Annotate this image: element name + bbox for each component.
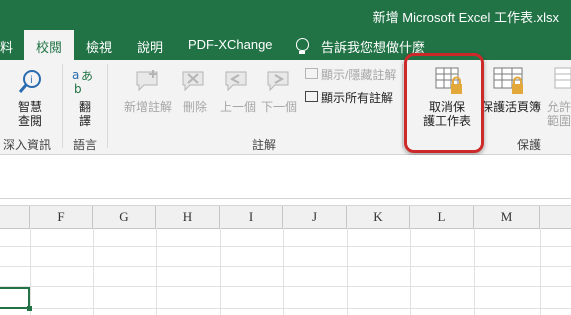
column-header-l[interactable]: L — [410, 206, 474, 228]
translate-button[interactable]: 翻 譯 — [74, 100, 96, 128]
group-separator — [107, 64, 108, 148]
column-header-h[interactable]: H — [156, 206, 220, 228]
cell-grid[interactable] — [0, 228, 571, 315]
svg-text:i: i — [30, 75, 33, 86]
tab-view[interactable]: 檢視 — [86, 37, 112, 56]
smart-lookup-icon: i — [18, 70, 41, 93]
svg-text:b: b — [74, 82, 82, 96]
column-header-m[interactable]: M — [474, 206, 540, 228]
column-headers: F G H I J K L M — [0, 205, 571, 229]
new-comment-button[interactable]: 新增註解 — [120, 100, 176, 114]
next-comment-button[interactable]: 下一個 — [259, 100, 299, 114]
title-bar: 新增 Microsoft Excel 工作表.xlsx — [0, 0, 571, 30]
previous-comment-button[interactable]: 上一個 — [218, 100, 258, 114]
ribbon-tabs: 料 校閱 檢視 說明 PDF-XChange 告訴我您想做什麼 — [0, 30, 571, 60]
translate-icon: a あ b — [72, 68, 93, 96]
show-all-comments-button[interactable]: 顯示所有註解 — [305, 89, 393, 106]
group-separator — [62, 64, 63, 148]
allow-edit-ranges-button[interactable]: 允許 範圍 — [547, 100, 571, 128]
column-header-i[interactable]: I — [220, 206, 283, 228]
tab-help[interactable]: 說明 — [137, 37, 163, 56]
next-comment-icon — [267, 71, 289, 92]
column-header-g[interactable]: G — [93, 206, 156, 228]
column-header-partial[interactable] — [0, 206, 30, 228]
protect-workbook-button[interactable]: 保護活頁簿 — [480, 100, 542, 114]
show-hide-comment-icon — [305, 68, 318, 79]
show-all-comments-label: 顯示所有註解 — [321, 91, 394, 105]
highlight-box — [404, 53, 484, 153]
protect-workbook-icon — [493, 67, 523, 94]
group-separator — [402, 64, 403, 148]
group-label-protect: 保護 — [517, 138, 542, 152]
smart-lookup-button[interactable]: 智慧 查閱 — [10, 100, 50, 128]
tab-data[interactable]: 料 — [0, 37, 13, 56]
delete-comment-icon — [182, 71, 204, 92]
show-all-comments-icon — [305, 91, 318, 102]
window-title: 新增 Microsoft Excel 工作表.xlsx — [372, 10, 559, 25]
column-header-f[interactable]: F — [30, 206, 93, 228]
formula-bar-area[interactable] — [0, 155, 571, 199]
previous-comment-icon — [225, 71, 247, 92]
column-header-j[interactable]: J — [283, 206, 347, 228]
group-label-insights: 深入資訊 — [3, 138, 52, 152]
lightbulb-icon — [296, 38, 309, 54]
selected-cell[interactable] — [0, 287, 32, 311]
ribbon: i 智慧 查閱 深入資訊 a あ b 翻 譯 語言 新增註解 刪除 上一個 下一… — [0, 60, 571, 155]
tab-pdf-xchange[interactable]: PDF-XChange — [188, 37, 273, 52]
delete-comment-button[interactable]: 刪除 — [180, 100, 210, 114]
allow-edit-ranges-icon — [554, 67, 571, 89]
column-header-k[interactable]: K — [347, 206, 410, 228]
group-label-language: 語言 — [73, 138, 98, 152]
svg-text:a: a — [72, 68, 79, 82]
show-hide-comment-button[interactable]: 顯示/隱藏註解 — [305, 66, 396, 83]
group-label-comments: 註解 — [252, 138, 277, 152]
new-comment-icon — [136, 70, 158, 92]
svg-text:あ: あ — [81, 69, 93, 83]
tab-review[interactable]: 校閱 — [24, 30, 75, 60]
show-hide-comment-label: 顯示/隱藏註解 — [321, 68, 397, 82]
